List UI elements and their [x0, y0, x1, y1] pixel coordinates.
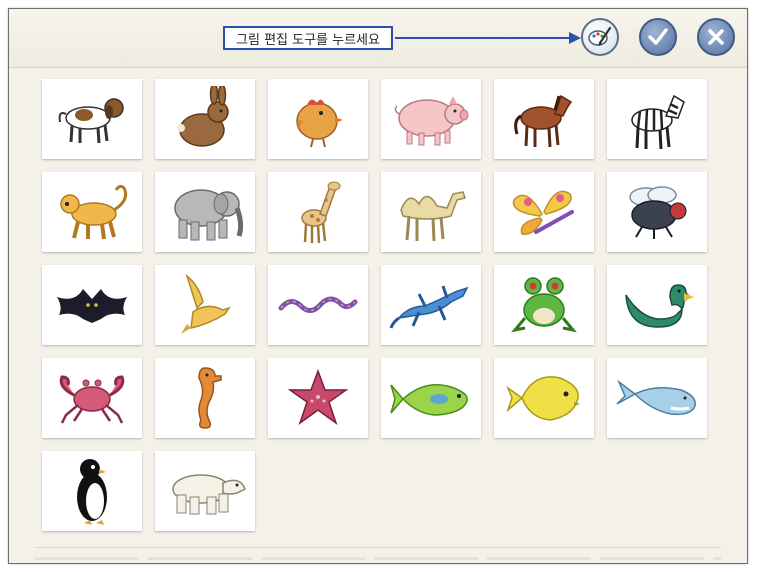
pig-icon: [394, 96, 469, 146]
yellow-fish-icon: [506, 376, 580, 421]
dog-icon: [58, 98, 124, 144]
toolbar: 그림 편집 도구를 누르세요: [9, 9, 747, 68]
zebra-icon: [631, 94, 685, 150]
next-row-edge: [35, 557, 721, 560]
seahorse-icon: [198, 367, 222, 429]
starfish-icon: [287, 368, 349, 425]
gallery-item-chick[interactable]: [268, 79, 368, 159]
horse-icon: [514, 94, 573, 148]
giraffe-icon: [301, 181, 341, 244]
elephant-icon: [174, 189, 244, 241]
camel-icon: [400, 191, 466, 242]
frog-icon: [511, 277, 577, 333]
app-window: 그림 편집 도구를 누르세요: [8, 8, 748, 564]
chick-icon: [296, 99, 343, 148]
gallery-item-camel[interactable]: [381, 172, 481, 252]
gallery-item-penguin[interactable]: [42, 451, 142, 531]
gallery-item-fly[interactable]: [607, 172, 707, 252]
arrow-icon: [395, 32, 581, 44]
gallery-item-lizard[interactable]: [381, 265, 481, 345]
gallery-item-crab[interactable]: [42, 358, 142, 438]
gallery-item-giraffe[interactable]: [268, 172, 368, 252]
checkmark-icon: [648, 28, 668, 45]
butterfly-icon: [512, 190, 574, 235]
gallery-item-snake[interactable]: [268, 265, 368, 345]
fish-icon: [390, 384, 468, 416]
gallery-item-polar-bear[interactable]: [155, 451, 255, 531]
gallery-item-fish[interactable]: [381, 358, 481, 438]
monkey-icon: [60, 184, 128, 240]
gallery-item-bird[interactable]: [155, 265, 255, 345]
instruction-text: 그림 편집 도구를 누르세요: [236, 32, 380, 48]
gallery-item-dog[interactable]: [42, 79, 142, 159]
bird-icon: [181, 273, 231, 334]
duck-icon: [625, 284, 694, 328]
gallery-item-zebra[interactable]: [607, 79, 707, 159]
rabbit-icon: [177, 86, 229, 147]
fly-icon: [629, 186, 687, 239]
gallery-item-seahorse[interactable]: [155, 358, 255, 438]
instruction-callout: 그림 편집 도구를 누르세요: [223, 26, 393, 50]
gallery-item-yellow-fish[interactable]: [494, 358, 594, 438]
bat-icon: [57, 289, 127, 323]
gallery-item-pig[interactable]: [381, 79, 481, 159]
crab-icon: [59, 375, 125, 424]
gallery-item-duck[interactable]: [607, 265, 707, 345]
close-button[interactable]: [697, 18, 735, 56]
close-icon: [708, 29, 724, 45]
snake-icon: [278, 296, 358, 313]
confirm-button[interactable]: [639, 18, 677, 56]
penguin-icon: [77, 459, 107, 525]
polar-bear-icon: [172, 474, 247, 515]
divider: [35, 547, 721, 548]
gallery-item-bat[interactable]: [42, 265, 142, 345]
whale-icon: [616, 379, 696, 416]
gallery-item-starfish[interactable]: [268, 358, 368, 438]
paint-tool-button[interactable]: [581, 18, 619, 56]
gallery-item-elephant[interactable]: [155, 172, 255, 252]
gallery-item-frog[interactable]: [494, 265, 594, 345]
gallery-item-whale[interactable]: [607, 358, 707, 438]
paintbrush-icon: [588, 26, 612, 46]
gallery-item-rabbit[interactable]: [155, 79, 255, 159]
gallery-item-monkey[interactable]: [42, 172, 142, 252]
lizard-icon: [389, 285, 469, 329]
gallery-item-horse[interactable]: [494, 79, 594, 159]
gallery-item-butterfly[interactable]: [494, 172, 594, 252]
